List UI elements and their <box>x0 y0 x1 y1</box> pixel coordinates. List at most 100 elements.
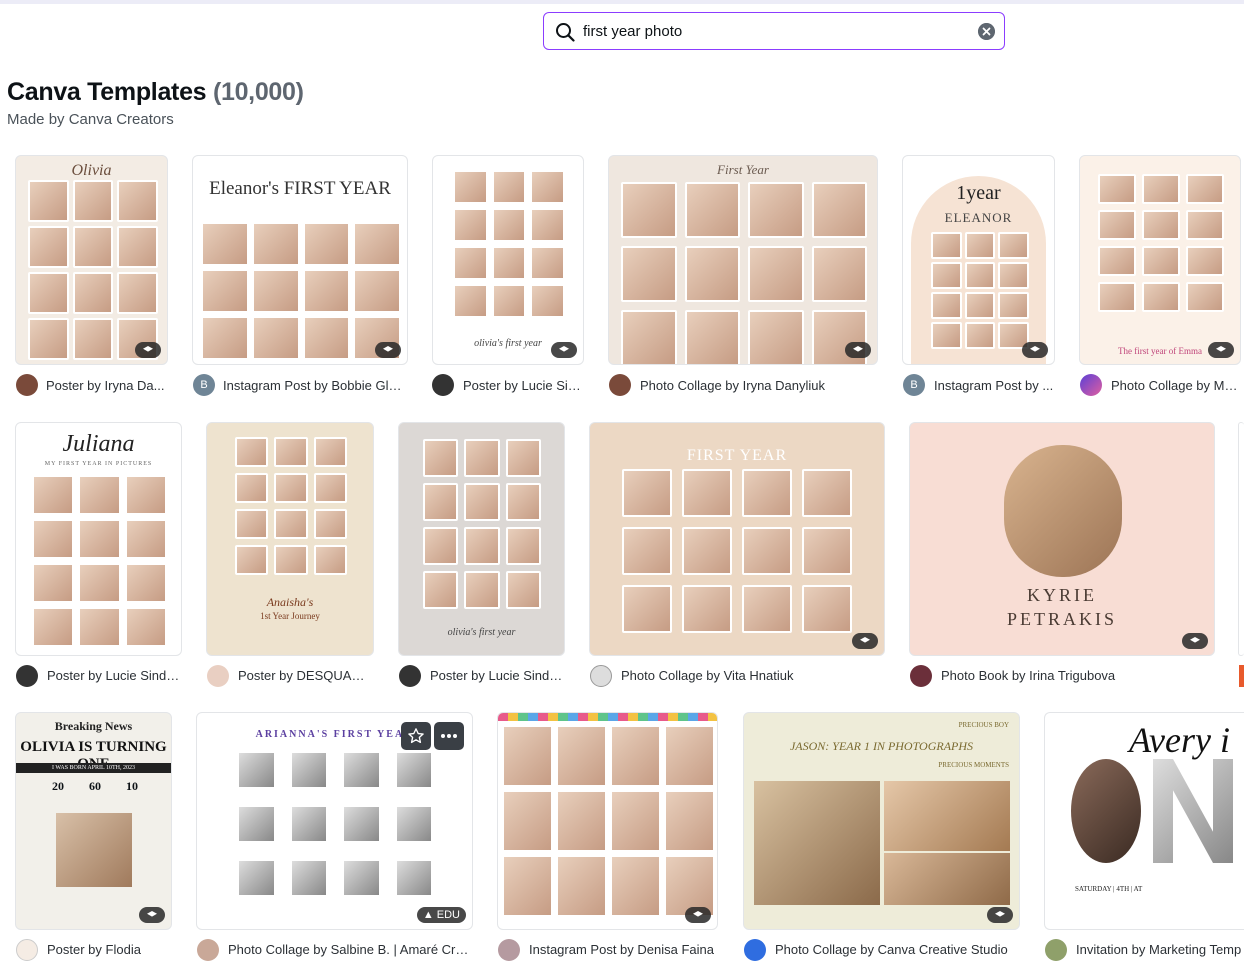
template-title: Olivia <box>71 162 112 179</box>
graduation-cap-icon <box>1022 342 1048 358</box>
baby-photo <box>1071 759 1141 863</box>
template-caption: Poster by Flodia <box>47 942 141 957</box>
template-caption: Photo Book by Irina Trigubova <box>941 668 1116 683</box>
template-card[interactable]: Olivia <box>15 155 168 365</box>
avatar <box>1239 665 1244 687</box>
search-icon <box>556 23 575 42</box>
page-title: Canva Templates (10,000) <box>7 78 304 107</box>
avatar <box>16 374 38 396</box>
graduation-cap-icon <box>139 907 165 923</box>
template-card[interactable]: First Year <box>608 155 878 365</box>
photo-grid <box>237 751 433 897</box>
template-caption: Photo Collage by Vita Hnatiuk <box>621 668 794 683</box>
letter-n-shape <box>1153 759 1233 863</box>
template-caption: Photo Collage by Salbine B. | Amaré Crea… <box>228 942 473 957</box>
edu-badge-label: EDU <box>436 909 460 921</box>
avatar <box>16 939 38 961</box>
template-subtitle: PETRAKIS <box>1006 609 1117 629</box>
template-caption: Poster by Iryna Da... <box>46 378 165 393</box>
stat-value: 10 <box>126 779 138 793</box>
template-card[interactable]: olivia's first year <box>398 422 565 656</box>
photo-top-right <box>884 781 1010 851</box>
graduation-cap-icon <box>845 342 871 358</box>
photo-grid <box>622 469 852 633</box>
template-title: Eleanor's FIRST YEAR <box>209 178 391 199</box>
template-card[interactable]: Anaisha's 1st Year Journey <box>206 422 374 656</box>
photo-grid <box>423 439 541 609</box>
template-subtitle: MY FIRST YEAR IN PICTURES <box>44 461 153 467</box>
template-caption: Poster by Lucie Sinde... <box>430 668 565 683</box>
avatar <box>744 939 766 961</box>
avatar <box>432 374 454 396</box>
avatar <box>207 665 229 687</box>
template-caption: Photo Collage by Me... <box>1111 378 1239 393</box>
photo-main <box>754 781 880 905</box>
template-card[interactable]: Breaking News OLIVIA IS TURNING ONE I WA… <box>15 712 172 930</box>
template-line: I WAS BORN APRIL 10TH, 2023 <box>16 763 171 773</box>
template-card[interactable]: KYRIE PETRAKIS <box>909 422 1215 656</box>
graduation-cap-icon: ▲ <box>422 909 434 921</box>
avatar <box>16 665 38 687</box>
photo-grid <box>1098 174 1224 312</box>
graduation-cap-icon <box>551 342 577 358</box>
photo-grid <box>621 182 867 364</box>
avatar <box>609 374 631 396</box>
photo-bottom-right <box>884 853 1010 905</box>
clear-icon[interactable] <box>978 23 995 40</box>
search-input[interactable] <box>583 19 963 43</box>
avatar <box>399 665 421 687</box>
template-caption: Photo Collage by Iryna Danyliuk <box>640 378 825 393</box>
template-card[interactable]: olivia's first year <box>432 155 584 365</box>
avatar <box>498 939 520 961</box>
photo-grid <box>235 437 347 575</box>
graduation-cap-icon <box>1182 633 1208 649</box>
template-card[interactable]: ARIANNA'S FIRST YEAR ▲ EDU <box>196 712 473 930</box>
template-caption: Instagram Post by ... <box>934 378 1054 393</box>
template-title: JASON: YEAR 1 IN PHOTOGRAPHS <box>789 739 974 753</box>
more-icon <box>441 734 457 738</box>
template-subtitle: 1st Year Journey <box>260 611 320 621</box>
template-card-partial[interactable] <box>1238 422 1244 656</box>
more-button[interactable] <box>434 722 464 750</box>
photo-grid <box>28 180 158 360</box>
graduation-cap-icon <box>375 342 401 358</box>
page-title-text: Canva Templates <box>7 78 207 106</box>
avatar <box>1045 939 1067 961</box>
template-card[interactable]: Avery i SATURDAY | 4TH | AT <box>1044 712 1244 930</box>
template-title: Anaisha's <box>266 595 314 609</box>
star-icon <box>408 728 424 744</box>
avatar <box>590 665 612 687</box>
edu-badge: ▲ EDU <box>416 907 466 923</box>
avatar-letter: B <box>910 379 918 391</box>
stat-value: 60 <box>89 779 101 793</box>
template-card[interactable]: FIRST YEAR <box>589 422 885 656</box>
avatar: B <box>193 374 215 396</box>
template-kicker: PRECIOUS BOY <box>958 721 1009 729</box>
template-caption: Instagram Post by Denisa Faina <box>529 942 714 957</box>
graduation-cap-icon <box>685 907 711 923</box>
avatar <box>197 939 219 961</box>
photo-grid <box>502 725 715 917</box>
template-card[interactable]: 1year ELEANOR <box>902 155 1055 365</box>
template-card[interactable]: Eleanor's FIRST YEAR <box>192 155 408 365</box>
star-button[interactable] <box>401 722 431 750</box>
search-bar[interactable] <box>543 12 1005 50</box>
template-card[interactable]: The first year of Emma <box>1079 155 1241 365</box>
template-card[interactable]: Juliana MY FIRST YEAR IN PICTURES <box>15 422 182 656</box>
top-strip <box>0 0 1244 4</box>
template-card[interactable] <box>497 712 718 930</box>
avatar <box>1080 374 1102 396</box>
template-caption: Invitation by Marketing Temp <box>1076 942 1242 957</box>
template-caption: Photo Collage by Canva Creative Studio <box>775 942 1008 957</box>
template-title: KYRIE <box>1027 585 1097 605</box>
photo-grid <box>201 222 401 360</box>
template-caption: Poster by Lucie Sin... <box>463 378 583 393</box>
template-card[interactable]: PRECIOUS BOY JASON: YEAR 1 IN PHOTOGRAPH… <box>743 712 1020 930</box>
photo-grid <box>453 170 565 318</box>
template-caption: Poster by DESQUARED <box>238 668 373 683</box>
template-footer: SATURDAY | 4TH | AT <box>1075 885 1143 893</box>
stat-value: 20 <box>52 779 64 793</box>
template-title: Avery i <box>1129 720 1230 760</box>
newspaper-masthead: Breaking News <box>54 719 133 733</box>
baby-photo <box>56 813 132 887</box>
